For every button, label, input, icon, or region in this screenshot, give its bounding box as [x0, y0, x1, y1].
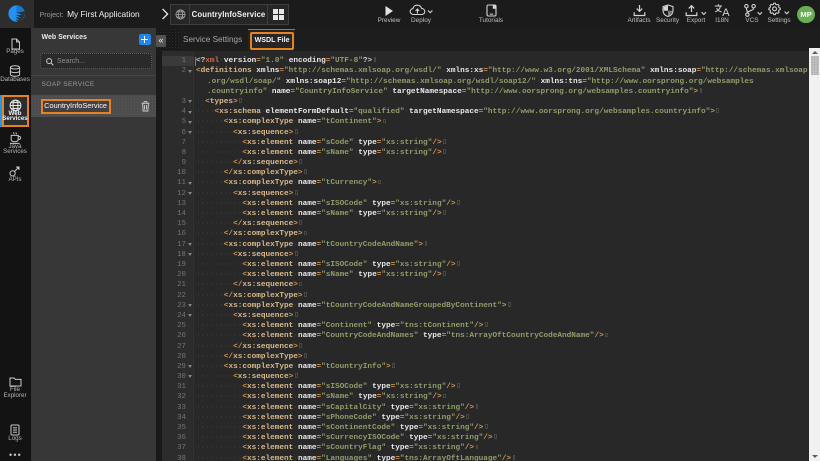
svg-text:A: A — [722, 7, 730, 17]
